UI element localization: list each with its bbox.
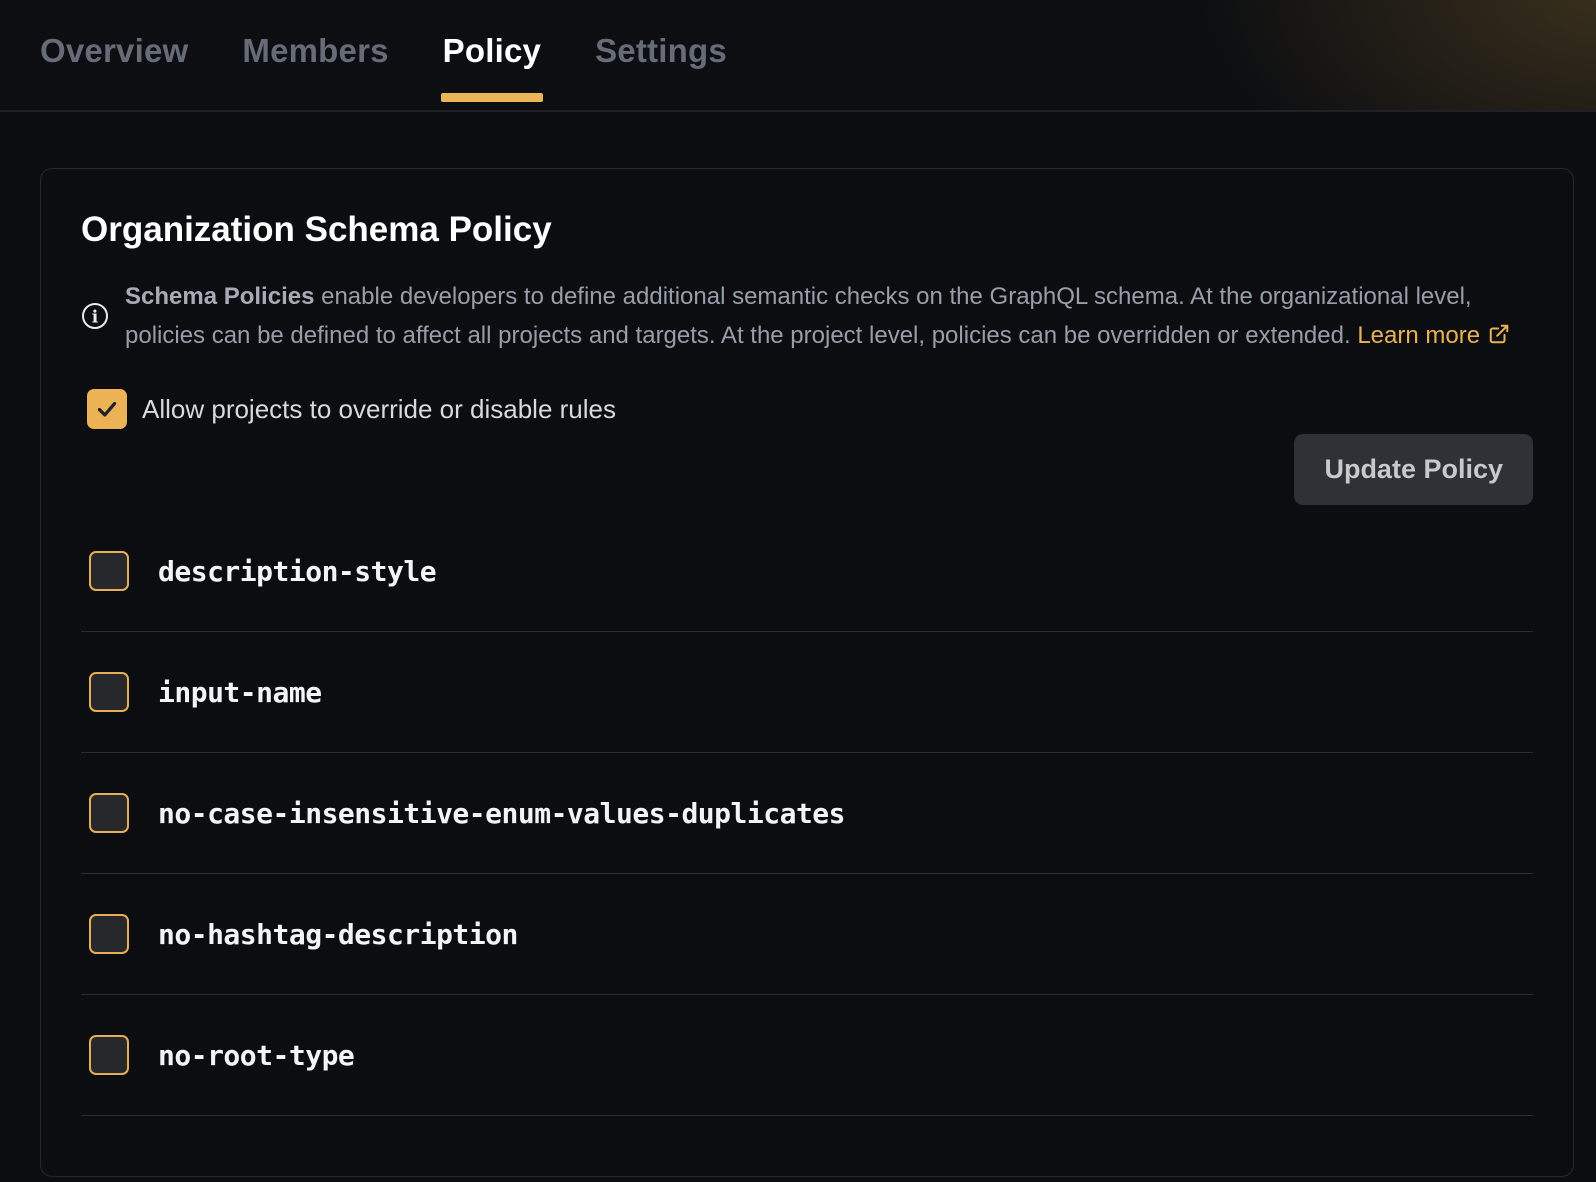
- rule-row-input-name: input-name: [81, 632, 1533, 753]
- allow-override-label: Allow projects to override or disable ru…: [142, 394, 616, 425]
- rule-checkbox-description-style[interactable]: [89, 551, 129, 591]
- rule-name: no-root-type: [158, 1039, 354, 1072]
- tab-overview[interactable]: Overview: [40, 0, 188, 102]
- rule-checkbox-no-case-insensitive-enum-values-duplicates[interactable]: [89, 793, 129, 833]
- update-policy-button[interactable]: Update Policy: [1294, 434, 1533, 505]
- rules-list: description-style input-name: [81, 511, 1533, 1116]
- button-row: Update Policy: [81, 434, 1533, 505]
- learn-more-link[interactable]: Learn more: [1357, 322, 1480, 349]
- tab-policy[interactable]: Policy: [443, 0, 541, 102]
- tab-policy-label: Policy: [443, 32, 541, 70]
- policy-description-text: Schema Policies enable developers to def…: [125, 277, 1520, 355]
- rule-checkbox-input-name[interactable]: [89, 672, 129, 712]
- info-icon: i: [81, 302, 109, 330]
- active-tab-indicator: [441, 93, 543, 102]
- allow-override-row: Allow projects to override or disable ru…: [81, 389, 1533, 429]
- rule-row-no-root-type: no-root-type: [81, 995, 1533, 1116]
- rule-name: no-case-insensitive-enum-values-duplicat…: [158, 797, 845, 830]
- rule-name: no-hashtag-description: [158, 918, 518, 951]
- tab-settings[interactable]: Settings: [595, 0, 727, 102]
- tab-members[interactable]: Members: [242, 0, 388, 102]
- rule-row-description-style: description-style: [81, 511, 1533, 632]
- rule-checkbox-no-hashtag-description[interactable]: [89, 914, 129, 954]
- rule-name: description-style: [158, 555, 436, 588]
- tab-settings-label: Settings: [595, 32, 727, 70]
- policy-description: i Schema Policies enable developers to d…: [81, 277, 1533, 355]
- allow-override-checkbox[interactable]: [87, 389, 127, 429]
- schema-policy-card: Organization Schema Policy i Schema Poli…: [40, 168, 1574, 1177]
- top-navigation-bar: Overview Members Policy Settings: [0, 0, 1596, 112]
- rule-row-no-hashtag-description: no-hashtag-description: [81, 874, 1533, 995]
- tab-bar: Overview Members Policy Settings: [0, 0, 1596, 110]
- page-title: Organization Schema Policy: [81, 209, 1533, 251]
- checkmark-icon: [94, 396, 120, 422]
- page: Overview Members Policy Settings Organiz…: [0, 0, 1596, 1182]
- description-lead: Schema Policies: [125, 283, 314, 310]
- description-body: enable developers to define additional s…: [125, 283, 1472, 349]
- rule-row-no-case-insensitive-enum-values-duplicates: no-case-insensitive-enum-values-duplicat…: [81, 753, 1533, 874]
- tab-members-label: Members: [242, 32, 388, 70]
- tab-overview-label: Overview: [40, 32, 188, 70]
- svg-text:i: i: [92, 308, 99, 328]
- external-link-icon: [1488, 323, 1510, 345]
- rule-checkbox-no-root-type[interactable]: [89, 1035, 129, 1075]
- main-content: Organization Schema Policy i Schema Poli…: [0, 112, 1596, 1177]
- rule-name: input-name: [158, 676, 322, 709]
